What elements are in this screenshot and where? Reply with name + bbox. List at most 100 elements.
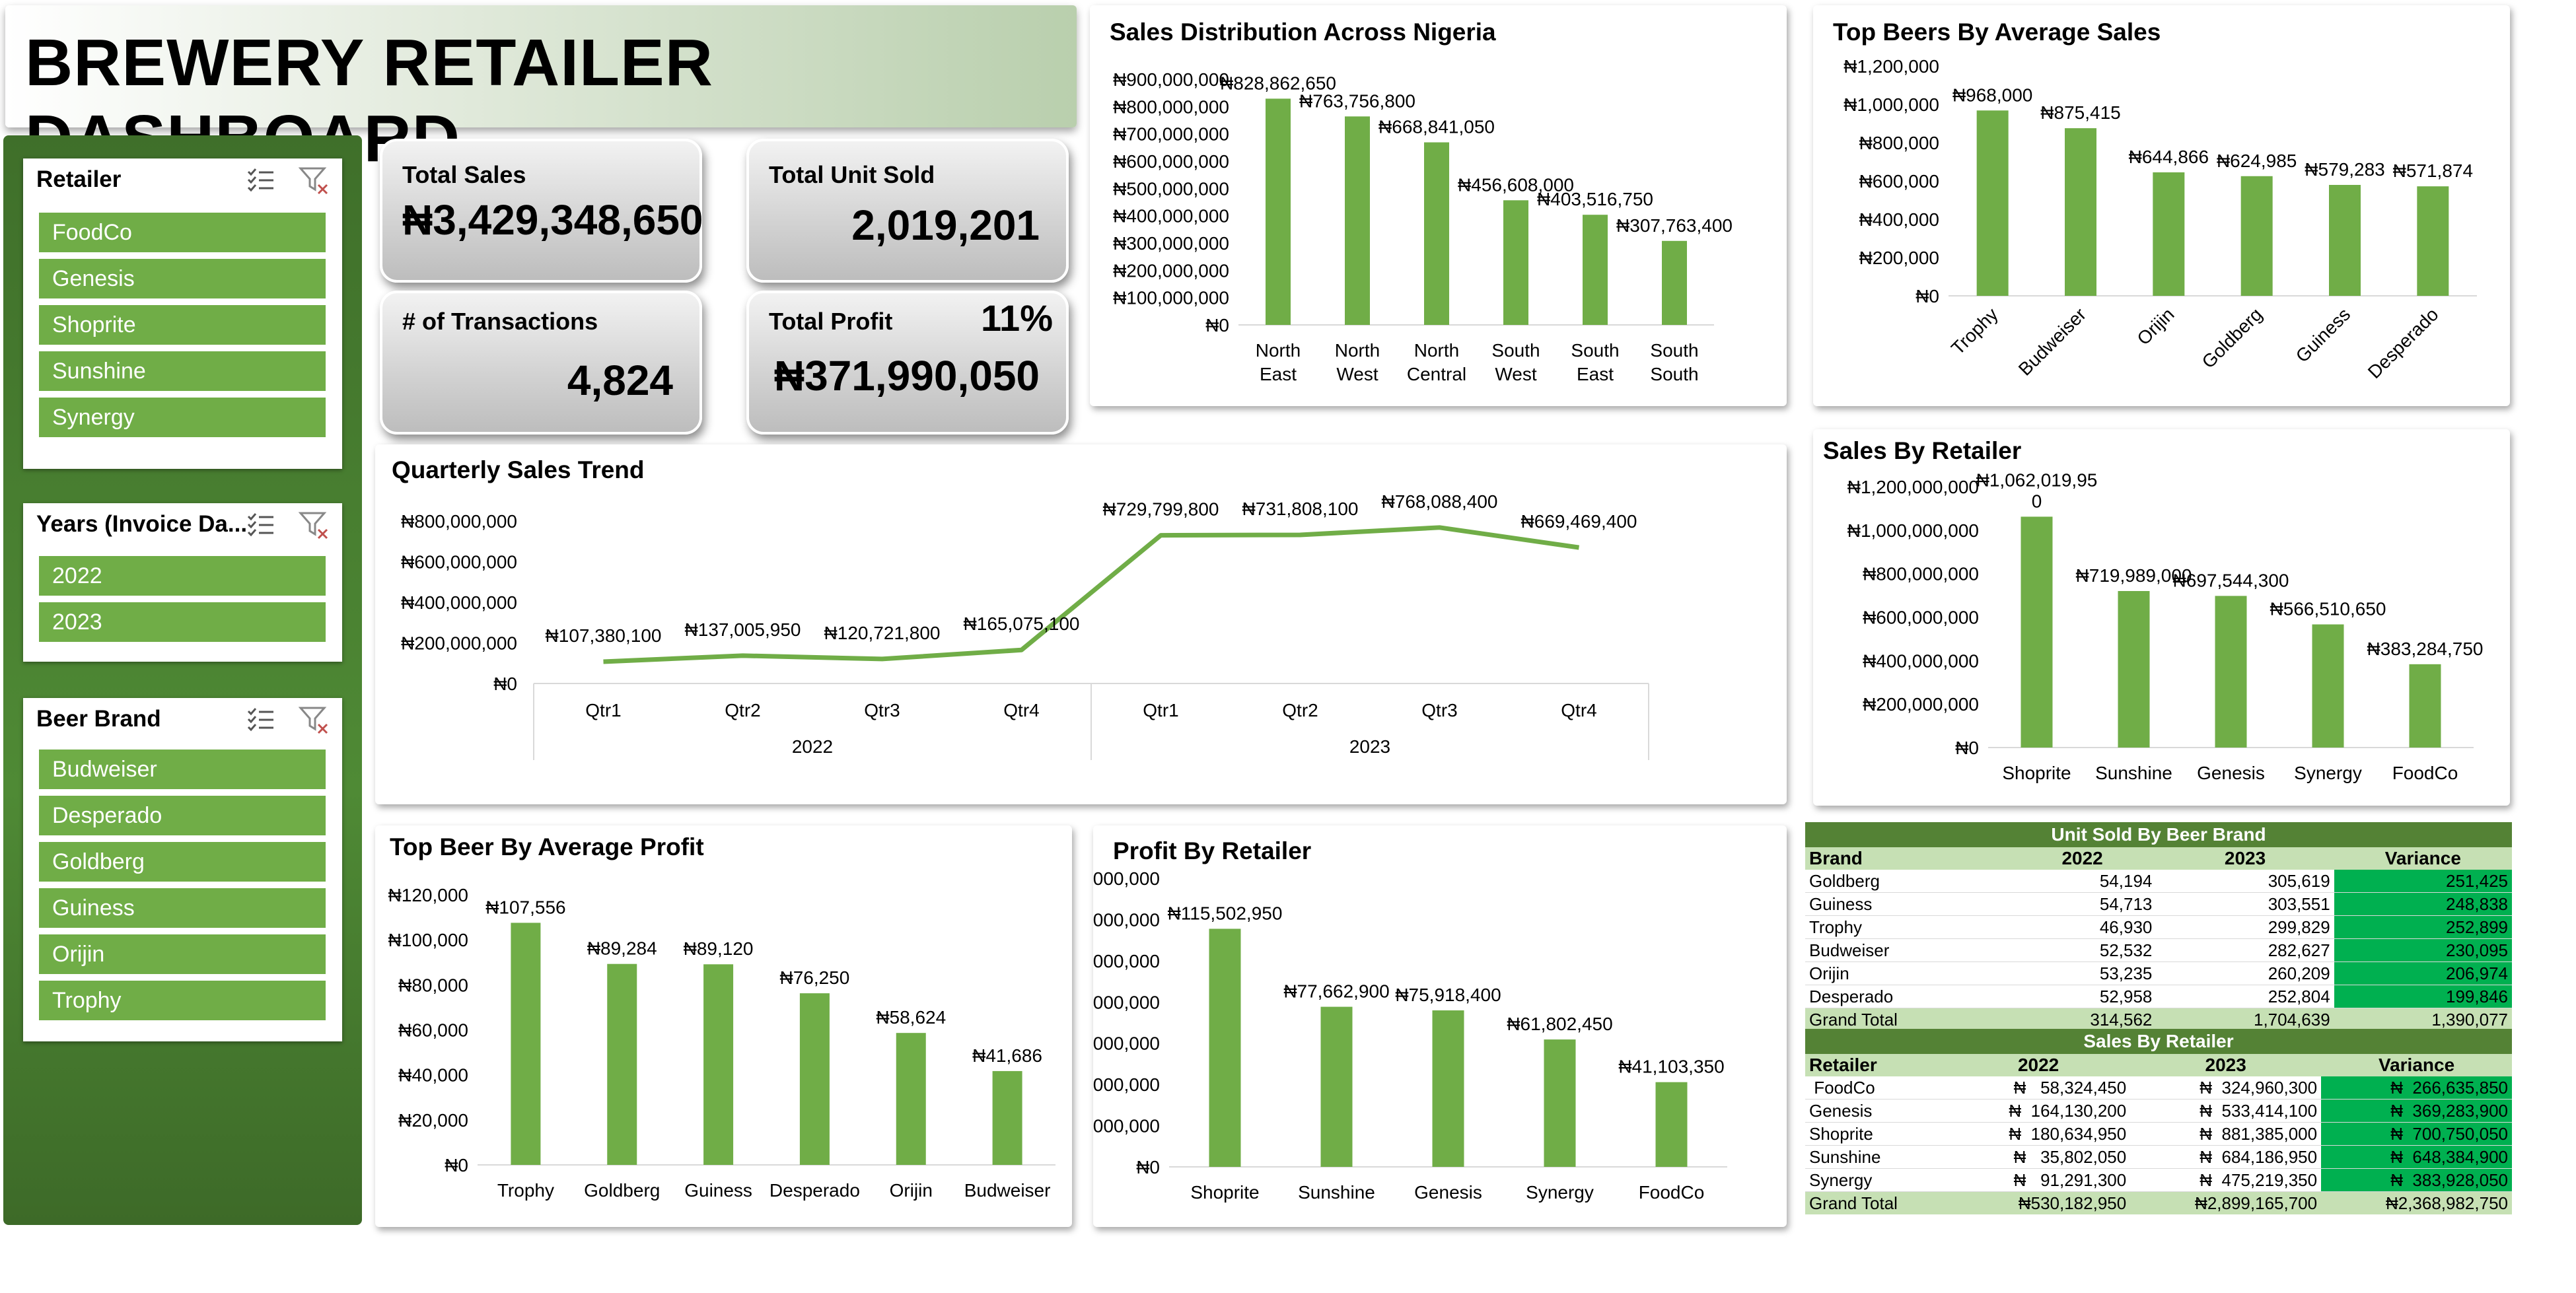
data-label: ₦107,556 [485,897,565,917]
variance-cell: 251,425 [2334,870,2512,893]
row-label: Desperado [1805,985,2009,1008]
slicer-item-budweiser[interactable]: Budweiser [39,750,326,789]
slicer-item-goldberg[interactable]: Goldberg [39,842,326,882]
value-cell: 303,551 [2156,892,2334,916]
y-tick-label: ₦400,000 [1859,209,1939,230]
variance-cell: 199,846 [2334,985,2512,1008]
slicer-item-genesis[interactable]: Genesis [39,259,326,298]
y-tick-label: ₦80,000,000 [1093,992,1160,1012]
column-header: 2022 [2008,847,2157,870]
x-tick-label: West [1336,364,1378,384]
table-row: Sunshine ₦ 35,802,050 ₦ 684,186,950 ₦ 648,3… [1805,1145,2512,1169]
clear-filter-icon[interactable] [299,510,329,540]
y-tick-label: ₦400,000,000 [1113,206,1229,227]
y-tick-label: ₦400,000,000 [401,592,517,613]
data-label: ₦644,866 [2129,147,2209,167]
data-label: ₦763,756,800 [1299,90,1415,111]
sales-retailer-bar-chart: ₦0 ₦200,000,000 ₦400,000,000 ₦600,000,000 ₦8… [1847,470,2484,783]
profit-margin: 11% [981,297,1053,339]
slicer-item-synergy[interactable]: Synergy [39,398,326,437]
data-label: ₦624,985 [2217,151,2297,171]
variance-cell: ₦ 383,928,050 [2321,1168,2512,1192]
data-label: ₦768,088,400 [1382,491,1498,512]
data-label: ₦566,510,650 [2270,599,2386,619]
clear-filter-icon[interactable] [299,705,329,735]
data-label: ₦571,874 [2393,160,2473,181]
row-label: Sunshine [1805,1145,1947,1169]
avg-profit-chart: Top Beer By Average Profit ₦0 ₦20,000 ₦40,… [375,825,1072,1227]
slicer-item-orijin[interactable]: Orijin [39,934,326,974]
row-label: FoodCo [1805,1076,1947,1100]
data-label: ₦61,802,450 [1507,1014,1612,1034]
data-label: ₦58,624 [876,1007,946,1028]
bar [1432,1010,1464,1167]
x-tick-label: South [1571,340,1619,361]
bar [2312,624,2344,748]
bar [1544,1039,1576,1167]
total-sales-card: Total Sales ₦3,429,348,650 [380,139,703,283]
slicer-item-trophy[interactable]: Trophy [39,981,326,1020]
column-header: 2022 [1946,1054,2131,1076]
table-row: Trophy 46,930 299,829 252,899 [1805,915,2512,939]
table-title: Sales By Retailer [1805,1029,2512,1054]
bar [1503,200,1528,325]
y-tick-label: ₦700,000,000 [1113,124,1229,145]
row-label: Shoprite [1805,1122,1947,1146]
x-group-label: 2023 [1349,736,1390,757]
column-header: Brand [1805,847,2009,870]
row-label: Genesis [1805,1099,1947,1123]
slicer-item-desperado[interactable]: Desperado [39,796,326,835]
row-label: Trophy [1805,915,2009,939]
slicer-item-2022[interactable]: 2022 [39,556,326,596]
bar [1583,215,1608,325]
value-cell: ₦ 91,291,300 [1946,1168,2131,1192]
total-cell: 1,390,077 [2334,1008,2512,1031]
multi-select-icon[interactable] [246,165,276,195]
bar [2329,185,2361,296]
data-label: ₦75,918,400 [1395,985,1501,1005]
bar [2118,591,2150,748]
x-tick-label: Orijin [890,1180,933,1201]
bar [607,963,637,1165]
slicer-header: Beer Brand [36,706,161,732]
y-tick-label: ₦600,000,000 [1113,151,1229,172]
total-unit-sold-card: Total Unit Sold 2,019,201 [746,139,1069,283]
value-cell: ₦ 684,186,950 [2130,1145,2322,1169]
y-tick-label: ₦200,000,000 [401,633,517,654]
slicer-item-sunshine[interactable]: Sunshine [39,351,326,391]
multi-select-icon[interactable] [246,705,276,735]
data-label: ₦697,544,300 [2173,570,2289,590]
bar [1209,928,1241,1167]
y-tick-label: ₦60,000 [398,1020,468,1041]
data-label: ₦403,516,750 [1537,189,1653,209]
data-label: ₦383,284,750 [2367,639,2484,659]
column-header: Variance [2334,847,2512,870]
multi-select-icon[interactable] [246,510,276,540]
x-tick-label: Budweiser [964,1180,1051,1201]
kpi-label: Total Profit [769,308,893,335]
table-row: Goldberg 54,194 305,619 251,425 [1805,870,2512,893]
y-tick-label: ₦800,000,000 [1113,96,1229,117]
data-label: ₦89,120 [684,938,754,959]
avg-sales-chart: Top Beers By Average Sales ₦0 ₦200,000 ₦40… [1813,5,2510,406]
clear-filter-icon[interactable] [299,165,329,195]
y-tick-label: ₦800,000,000 [1863,564,1979,584]
y-tick-label: ₦100,000 [388,930,468,950]
data-label: ₦137,005,950 [685,619,801,640]
slicer-item-foodco[interactable]: FoodCo [39,213,326,252]
y-tick-label: ₦40,000,000 [1093,1074,1160,1095]
slicer-item-shoprite[interactable]: Shoprite [39,305,326,345]
slicer-item-2023[interactable]: 2023 [39,602,326,642]
x-tick-label: Central [1407,364,1466,384]
kpi-value: ₦371,990,050 [773,352,1040,400]
y-tick-label: ₦1,000,000 [1843,94,1939,115]
x-tick-label: Qtr1 [1143,700,1178,720]
x-tick-label: Budweiser [2015,304,2090,379]
value-cell: 46,930 [2008,915,2157,939]
y-tick-label: ₦20,000,000 [1093,1116,1160,1136]
y-tick-label: ₦1,200,000,000 [1847,477,1979,497]
table-title: Unit Sold By Beer Brand [1805,822,2512,847]
x-tick-label: Guiness [2292,304,2355,367]
table-row: Genesis ₦ 164,130,200 ₦ 533,414,100 ₦ 369,2… [1805,1099,2512,1123]
slicer-item-guiness[interactable]: Guiness [39,888,326,928]
